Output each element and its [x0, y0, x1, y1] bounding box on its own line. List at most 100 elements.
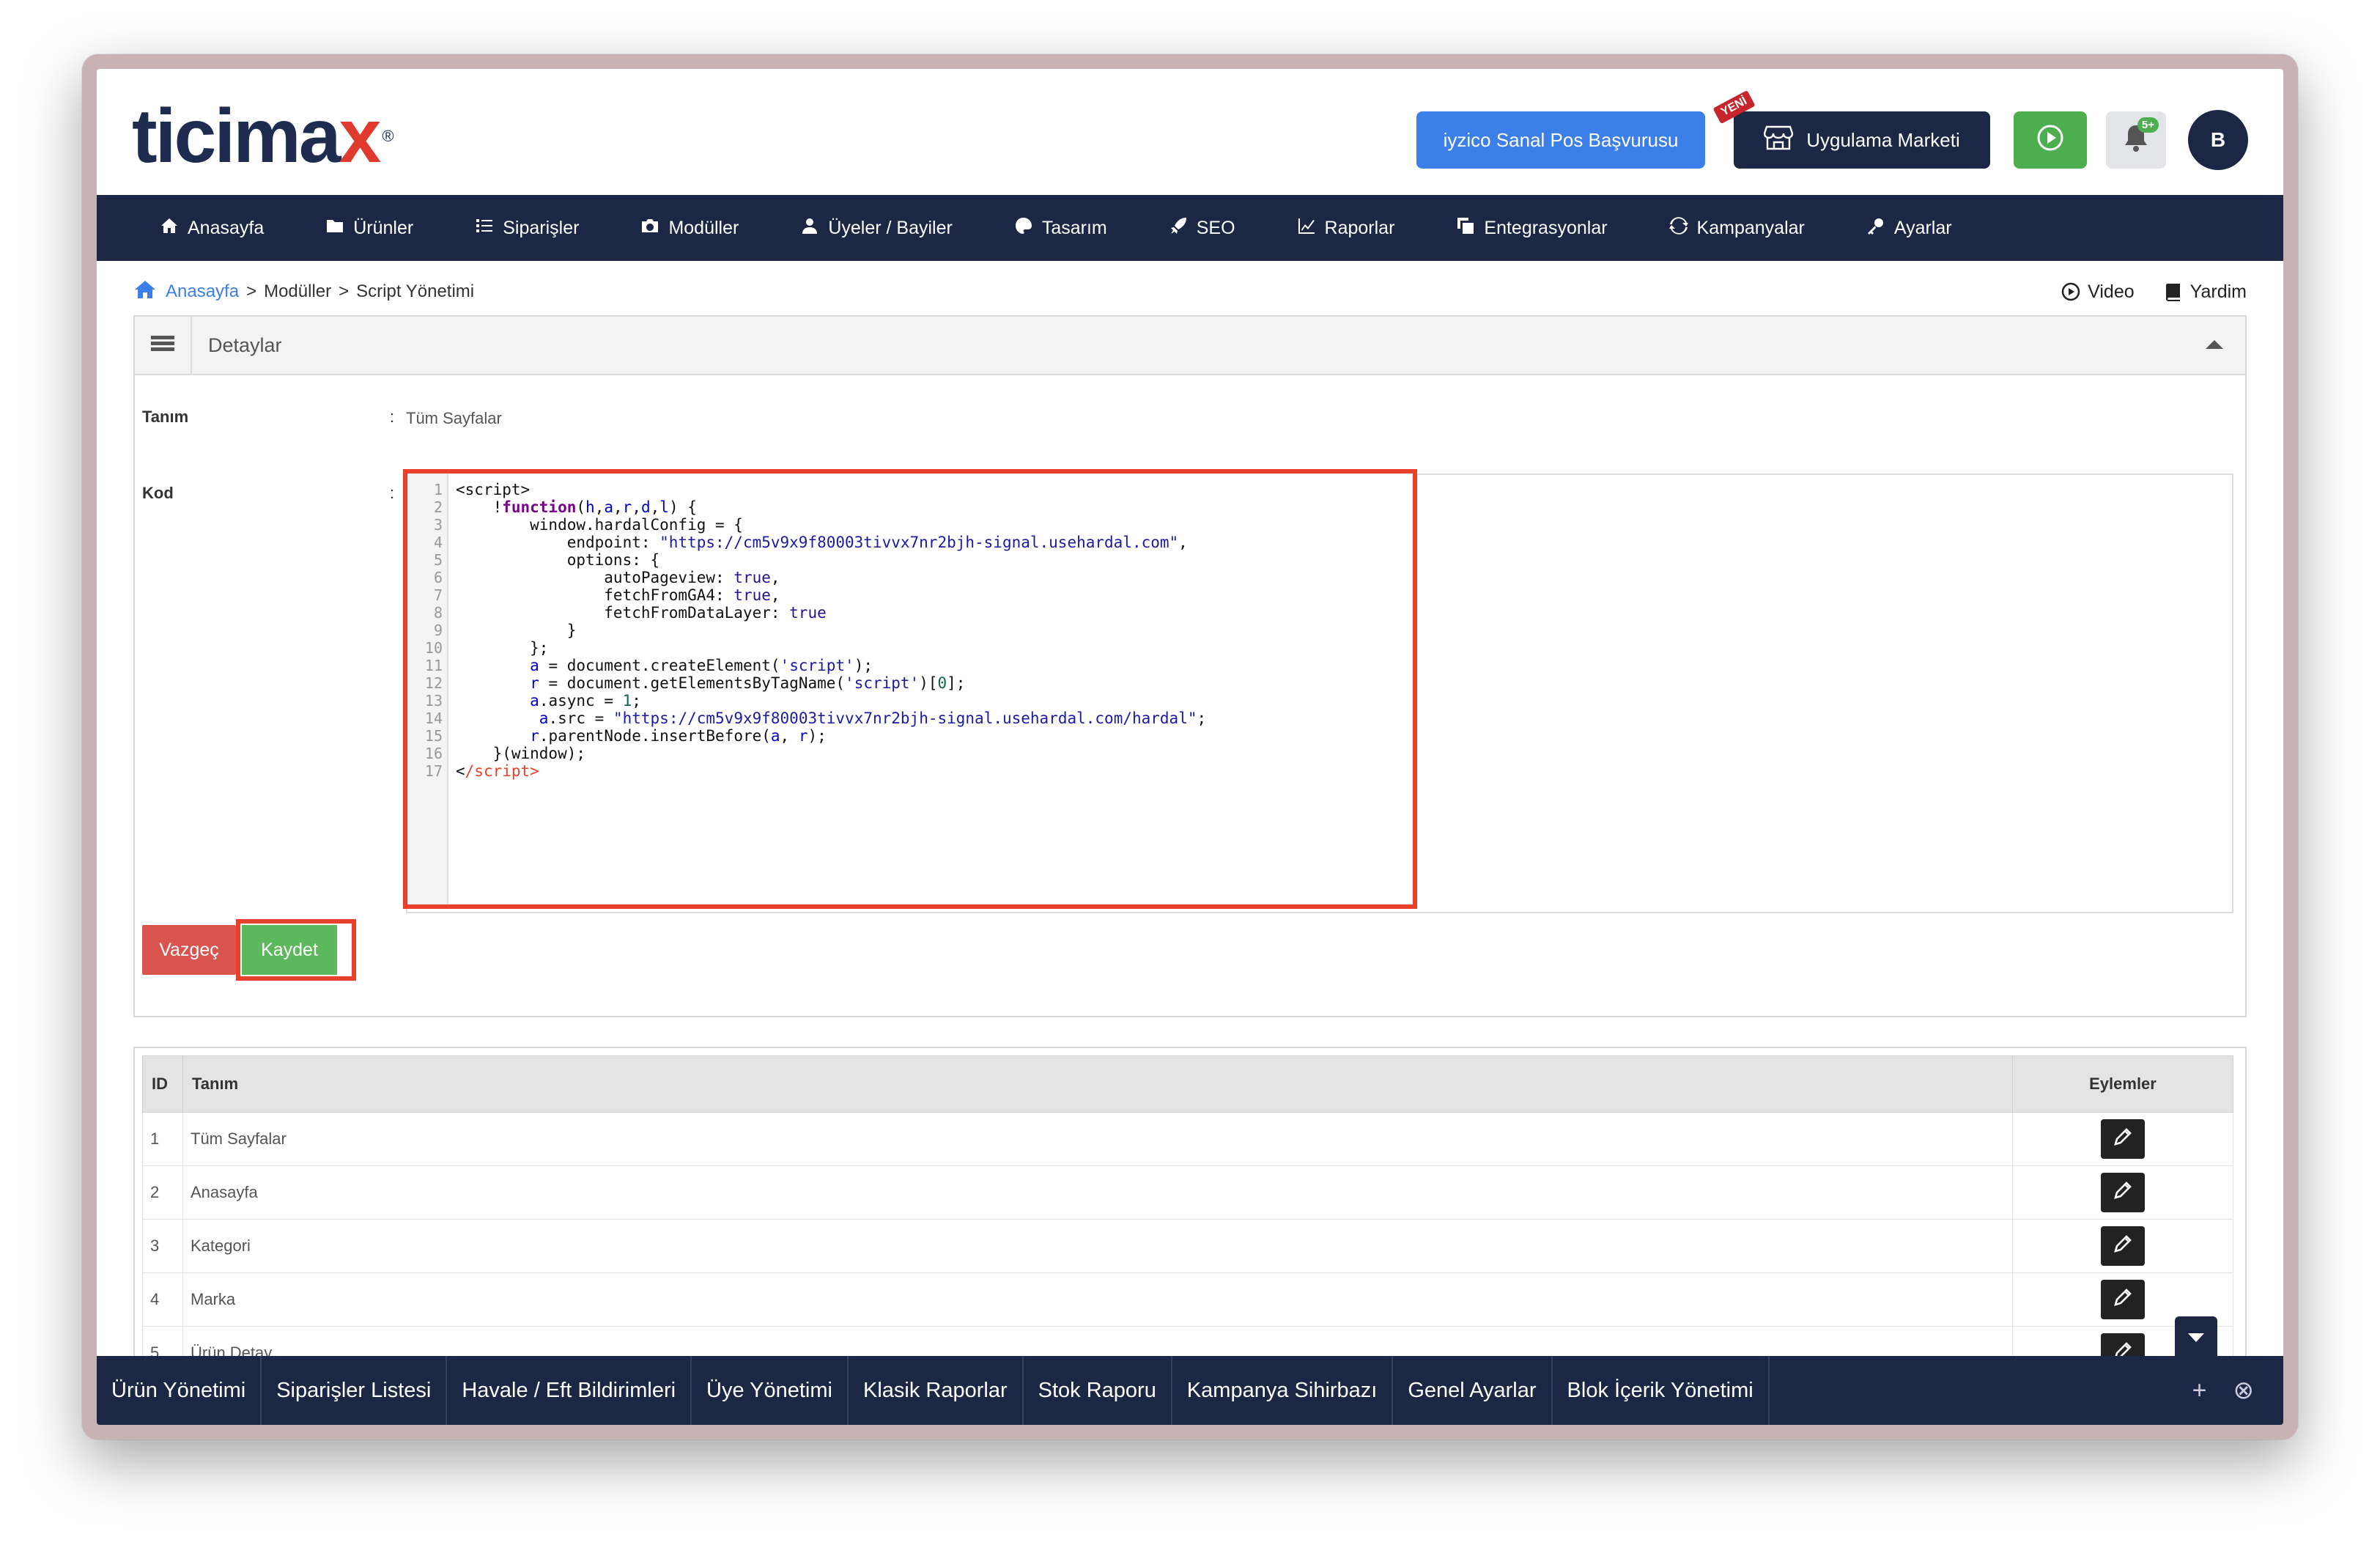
line-number: 7 — [433, 586, 443, 604]
panel-title: Detaylar — [208, 334, 282, 356]
line-number: 3 — [433, 516, 443, 534]
table-row[interactable]: 1 Tüm Sayfalar — [142, 1112, 2233, 1166]
quick-link[interactable]: Ürün Yönetimi — [97, 1356, 262, 1425]
quick-link[interactable]: Kampanya Sihirbazı — [1172, 1356, 1394, 1425]
save-button[interactable]: Kaydet — [242, 925, 337, 975]
breadcrumb-current: Script Yönetimi — [356, 281, 475, 301]
close-bar-button[interactable]: ⊗ — [2233, 1376, 2255, 1405]
nav-item-orders[interactable]: Siparişler — [475, 216, 579, 240]
list-icon — [475, 216, 494, 240]
nav-item-home[interactable]: Anasayfa — [160, 216, 264, 240]
help-link[interactable]: Yardim — [2164, 281, 2247, 303]
row-actions — [2012, 1112, 2233, 1166]
edit-button[interactable] — [2101, 1119, 2145, 1159]
row-tanim: Anasayfa — [182, 1165, 2013, 1220]
iyzico-application-button[interactable]: iyzico Sanal Pos Başvurusu — [1416, 111, 1705, 169]
caret-down-icon — [2187, 1332, 2206, 1347]
details-panel: Detaylar Tanım : Tüm Sayfalar Kod : 1234… — [133, 315, 2247, 1017]
video-label: Video — [2088, 281, 2135, 302]
edit-button[interactable] — [2101, 1226, 2145, 1266]
logo-text: ticima — [132, 94, 341, 179]
line-number: 13 — [424, 692, 443, 710]
edit-button[interactable] — [2101, 1173, 2145, 1212]
nav-item-modules[interactable]: Modüller — [640, 216, 739, 240]
breadcrumb-modules[interactable]: Modüller — [264, 281, 331, 302]
row-tanim: Kategori — [182, 1219, 2013, 1273]
browser-viewport: ticimax ® iyzico Sanal Pos Başvurusu Uyg… — [97, 69, 2283, 1425]
nav-item-seo[interactable]: SEO — [1169, 216, 1235, 240]
quick-link[interactable]: Klasik Raporlar — [849, 1356, 1024, 1425]
line-number: 4 — [433, 534, 443, 551]
line-number: 9 — [433, 622, 443, 639]
column-header-id[interactable]: ID — [142, 1055, 183, 1113]
table-row[interactable]: 2 Anasayfa — [142, 1165, 2233, 1220]
quick-access-bar: Ürün Yönetimi Siparişler Listesi Havale / … — [97, 1356, 2283, 1425]
breadcrumb-home-label: Anasayfa — [166, 281, 240, 301]
quick-link[interactable]: Siparişler Listesi — [262, 1356, 448, 1425]
code-content[interactable]: <script> !function(h,a,r,d,l) { window.h… — [456, 481, 1206, 780]
ticimax-logo[interactable]: ticimax ® — [132, 95, 394, 177]
line-number: 6 — [433, 569, 443, 586]
add-shortcut-button[interactable]: + — [2192, 1376, 2207, 1405]
nav-label: Ürünler — [353, 217, 414, 238]
market-label: Uygulama Marketi — [1806, 128, 1960, 151]
user-avatar[interactable]: B — [2188, 110, 2248, 170]
row-tanim: Tüm Sayfalar — [182, 1112, 2013, 1166]
breadcrumb-separator: > — [246, 281, 257, 301]
line-number: 10 — [424, 639, 443, 657]
nav-label: Kampanyalar — [1696, 217, 1805, 238]
panel-menu-button[interactable] — [135, 317, 192, 374]
breadcrumb-separator: > — [339, 281, 350, 301]
column-header-tanim[interactable]: Tanım — [182, 1055, 2013, 1113]
nav-item-campaigns[interactable]: Kampanyalar — [1668, 216, 1805, 240]
nav-item-reports[interactable]: Raporlar — [1297, 216, 1395, 240]
video-play-button[interactable] — [2014, 111, 2087, 169]
table-row[interactable]: 3 Kategori — [142, 1219, 2233, 1273]
store-icon — [1764, 125, 1794, 155]
refresh-icon — [1668, 216, 1688, 240]
quick-link[interactable]: Üye Yönetimi — [692, 1356, 849, 1425]
app-market-button[interactable]: Uygulama Marketi — [1734, 111, 1990, 169]
line-number: 17 — [424, 762, 443, 780]
quick-link[interactable]: Genel Ayarlar — [1393, 1356, 1553, 1425]
quick-link[interactable]: Blok İçerik Yönetimi — [1553, 1356, 1770, 1425]
nav-label: Tasarım — [1041, 217, 1107, 238]
nav-item-members[interactable]: Üyeler / Bayiler — [800, 216, 953, 240]
home-icon — [160, 216, 179, 240]
row-actions — [2012, 1165, 2233, 1220]
breadcrumb-home-link[interactable]: Anasayfa — [133, 279, 239, 305]
nav-item-design[interactable]: Tasarım — [1014, 216, 1107, 240]
code-editor[interactable]: 1 2 3 4 5 6 7 8 9 10 11 12 13 14 15 16 17 <script> !func… — [403, 469, 1417, 909]
collapse-caret-icon[interactable] — [2206, 340, 2223, 349]
notifications-button[interactable]: 5+ — [2106, 111, 2166, 169]
quick-link[interactable]: Havale / Eft Bildirimleri — [447, 1356, 692, 1425]
nav-label: Entegrasyonlar — [1484, 217, 1608, 238]
nav-item-products[interactable]: Ürünler — [325, 216, 413, 240]
row-id: 1 — [142, 1112, 183, 1166]
edit-button[interactable] — [2101, 1280, 2145, 1319]
iyzico-label: iyzico Sanal Pos Başvurusu — [1443, 128, 1679, 151]
nav-item-settings[interactable]: Ayarlar — [1866, 216, 1952, 240]
video-link[interactable]: Video — [2061, 281, 2135, 303]
camera-icon — [640, 216, 659, 240]
cancel-button[interactable]: Vazgeç — [142, 925, 236, 975]
table-row[interactable]: 4 Marka — [142, 1272, 2233, 1327]
quick-link[interactable]: Stok Raporu — [1024, 1356, 1172, 1425]
quick-bar-tools: + ⊗ — [2192, 1356, 2254, 1425]
line-number: 15 — [424, 727, 443, 745]
line-number: 8 — [433, 604, 443, 622]
line-number: 11 — [424, 657, 443, 674]
logo-registered-mark: ® — [382, 127, 394, 145]
nav-label: Raporlar — [1324, 217, 1395, 238]
pencil-icon — [2111, 1179, 2135, 1206]
row-id: 4 — [142, 1272, 183, 1327]
pencil-icon — [2111, 1125, 2135, 1153]
folder-icon — [325, 216, 344, 240]
logo-x: x — [339, 94, 382, 179]
line-number: 12 — [424, 674, 443, 692]
row-tanim: Marka — [182, 1272, 2013, 1327]
scroll-down-button[interactable] — [2175, 1316, 2217, 1362]
nav-item-integrations[interactable]: Entegrasyonlar — [1456, 216, 1608, 240]
nav-label: Üyeler / Bayiler — [828, 217, 953, 238]
row-id: 3 — [142, 1219, 183, 1273]
